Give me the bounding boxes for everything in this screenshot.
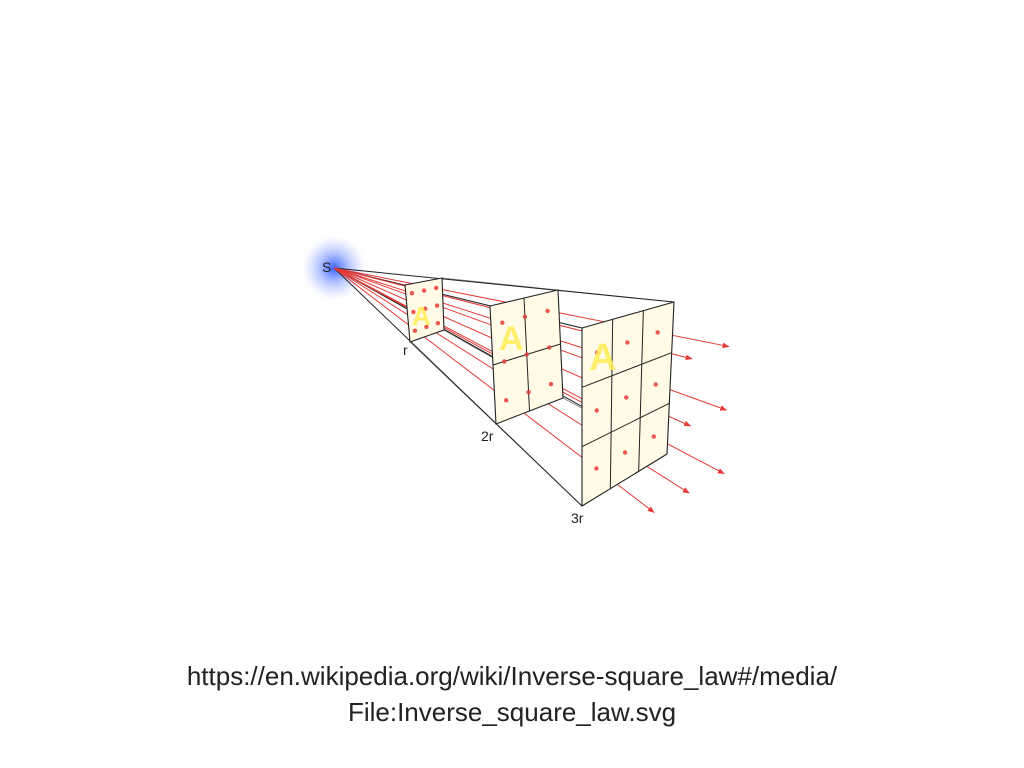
caption-line-1[interactable]: https://en.wikipedia.org/wiki/Inverse-sq… — [0, 658, 1024, 694]
panel-3-outline — [581, 301, 675, 507]
caption-line-2[interactable]: File:Inverse_square_law.svg — [0, 694, 1024, 730]
ray-point-panel-2 — [524, 352, 529, 357]
ray-point-panel-3 — [651, 434, 657, 439]
distance-label-3r: 3r — [571, 510, 584, 526]
ray-point-panel-1 — [434, 285, 439, 291]
ray-point-panel-2 — [502, 359, 507, 364]
source-caption: https://en.wikipedia.org/wiki/Inverse-sq… — [0, 658, 1024, 730]
panel-connector — [495, 423, 583, 507]
ray-point-panel-1 — [421, 288, 427, 293]
area-panel-3 — [581, 301, 675, 507]
ray-point-panel-1 — [409, 290, 415, 296]
inverse-square-law-diagram: S r 2r 3r A A A — [302, 236, 730, 526]
ray-point-panel-1 — [435, 320, 441, 326]
area-label-3: A — [589, 337, 616, 379]
slide: S r 2r 3r A A A https://en.wikipedia.org… — [0, 0, 1024, 768]
ray-point-panel-2 — [526, 389, 531, 395]
panel-connector — [409, 341, 497, 425]
ray-point-panel-3 — [624, 395, 629, 400]
ray-point-panel-3 — [594, 466, 599, 471]
distance-label-r: r — [403, 342, 408, 358]
ray-point-panel-3 — [594, 408, 599, 413]
ray-point-panel-2 — [503, 398, 509, 403]
ray-point-panel-3 — [625, 340, 630, 345]
distance-label-2r: 2r — [481, 428, 494, 444]
ray-point-panel-3 — [622, 450, 628, 455]
ray-point-panel-1 — [434, 303, 440, 308]
ray-point-panel-2 — [548, 381, 554, 387]
ray-point-panel-2 — [545, 308, 550, 314]
ray-point-panel-2 — [522, 314, 528, 320]
panel-connector — [441, 277, 559, 291]
ray-point-panel-3 — [653, 382, 658, 387]
ray-point-panel-3 — [655, 330, 660, 335]
area-label-1: A — [412, 301, 431, 331]
ray-point-panel-2 — [547, 345, 552, 350]
area-label-2: A — [499, 320, 524, 358]
panel-connector — [557, 289, 675, 303]
area-panels — [404, 277, 675, 507]
source-label: S — [322, 259, 331, 275]
